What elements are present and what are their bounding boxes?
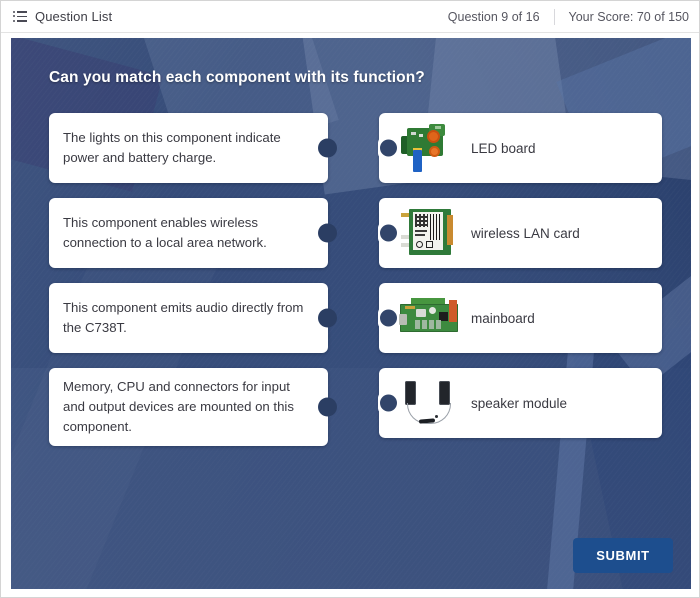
question-list-label: Question List — [35, 9, 113, 24]
header-divider — [553, 8, 555, 25]
match-row: This component emits audio directly from… — [11, 283, 691, 353]
header-status: Question 9 of 16 Your Score: 70 of 150 — [447, 8, 689, 25]
puzzle-notch-icon — [380, 139, 397, 157]
match-rows: The lights on this component indicate po… — [11, 113, 691, 453]
prompt-text: Memory, CPU and connectors for input and… — [63, 379, 294, 434]
answer-label: wireless LAN card — [471, 225, 580, 241]
prompt-text: This component emits audio directly from… — [63, 300, 304, 335]
puzzle-knob-icon — [318, 397, 337, 417]
led-board-icon — [399, 120, 459, 176]
prompt-text: This component enables wireless connecti… — [63, 215, 267, 250]
puzzle-knob-icon — [318, 223, 337, 243]
prompt-card[interactable]: This component emits audio directly from… — [49, 283, 337, 353]
match-row: This component enables wireless connecti… — [11, 198, 691, 268]
app-header: Question List Question 9 of 16 Your Scor… — [1, 1, 699, 33]
speaker-module-icon — [399, 375, 459, 431]
puzzle-knob-icon — [318, 308, 337, 328]
answer-label: speaker module — [471, 395, 568, 411]
quiz-stage: Can you match each component with its fu… — [11, 38, 691, 589]
answer-card[interactable]: speaker module — [378, 368, 662, 438]
puzzle-notch-icon — [380, 224, 397, 242]
prompt-text: The lights on this component indicate po… — [63, 130, 281, 165]
question-list-button[interactable]: Question List — [13, 9, 112, 24]
prompt-card[interactable]: This component enables wireless connecti… — [49, 198, 337, 268]
list-icon — [13, 10, 27, 22]
quiz-window: Question List Question 9 of 16 Your Scor… — [0, 0, 700, 598]
mainboard-icon — [399, 290, 459, 346]
prompt-card[interactable]: Memory, CPU and connectors for input and… — [49, 368, 337, 446]
puzzle-notch-icon — [380, 394, 397, 412]
question-progress: Question 9 of 16 — [447, 9, 540, 24]
puzzle-notch-icon — [380, 309, 397, 327]
answer-label: LED board — [471, 140, 536, 156]
wireless-lan-card-icon — [399, 205, 459, 261]
answer-label: mainboard — [471, 310, 535, 326]
prompt-card[interactable]: The lights on this component indicate po… — [49, 113, 337, 183]
page-title: Can you match each component with its fu… — [49, 69, 425, 86]
score-text: Your Score: 70 of 150 — [568, 9, 689, 24]
submit-button[interactable]: SUBMIT — [573, 538, 673, 573]
answer-card[interactable]: mainboard — [378, 283, 662, 353]
match-row: Memory, CPU and connectors for input and… — [11, 368, 691, 446]
answer-card[interactable]: wireless LAN card — [378, 198, 662, 268]
match-row: The lights on this component indicate po… — [11, 113, 691, 183]
puzzle-knob-icon — [318, 138, 337, 158]
answer-card[interactable]: LED board — [378, 113, 662, 183]
